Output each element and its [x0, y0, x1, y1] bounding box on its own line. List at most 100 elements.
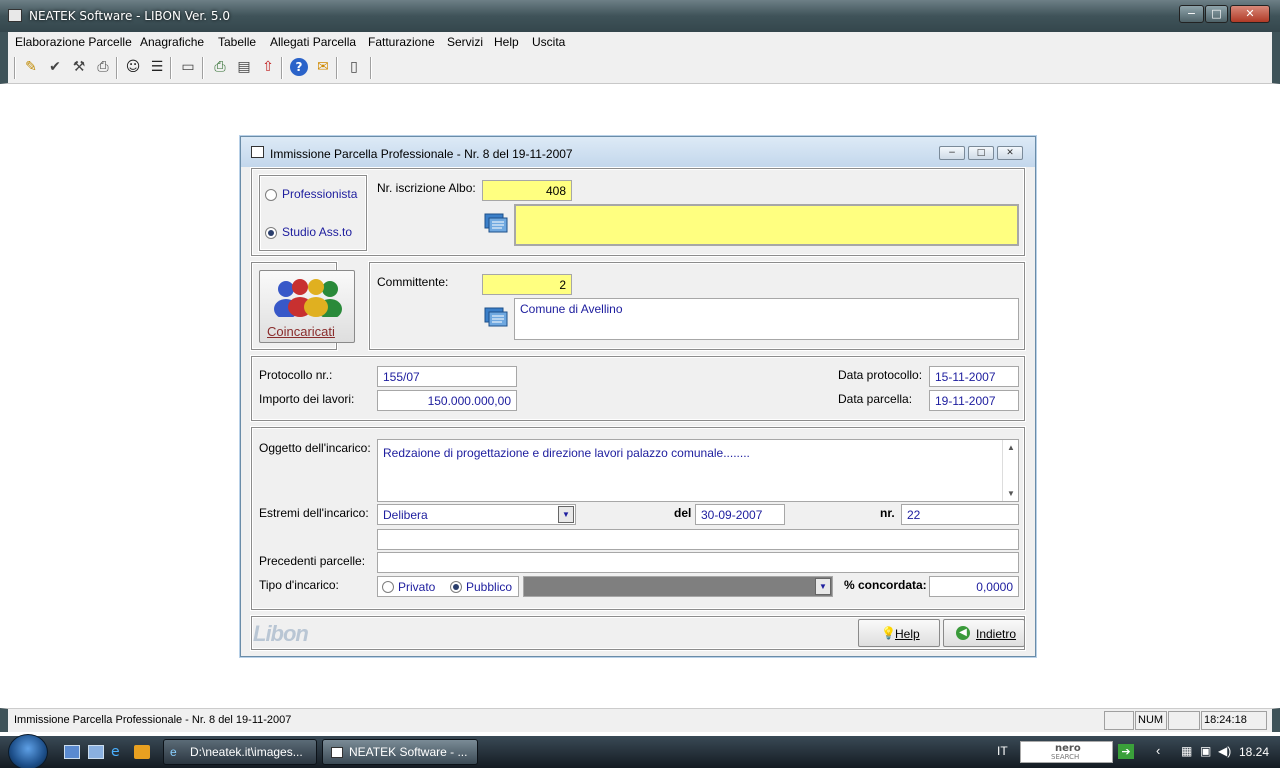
dialog-close-button[interactable]: ✕: [997, 146, 1023, 160]
albo-lookup-icon[interactable]: [483, 212, 509, 236]
concordata-input[interactable]: 0,0000: [929, 576, 1019, 597]
estremi-select-value: Delibera: [383, 508, 428, 522]
minimize-button[interactable]: −: [1179, 5, 1204, 23]
radio-professionista[interactable]: [265, 189, 277, 201]
app-icon: [8, 9, 22, 22]
network-icon[interactable]: ▦: [1181, 744, 1192, 758]
libon-logo: Libon: [253, 621, 309, 646]
importo-input[interactable]: 150.000.000,00: [377, 390, 517, 411]
mail-icon[interactable]: ✉: [314, 58, 332, 76]
help-icon[interactable]: ?: [290, 58, 308, 76]
chevron-down-icon[interactable]: ▼: [558, 506, 574, 523]
precedenti-input[interactable]: [377, 552, 1019, 573]
menu-tabelle[interactable]: Tabelle: [218, 35, 256, 49]
oggetto-scrollbar[interactable]: ▲ ▼: [1002, 440, 1018, 501]
media-player-icon[interactable]: [134, 745, 150, 759]
menu-elaborazione-parcelle[interactable]: Elaborazione Parcelle: [15, 35, 132, 49]
internet-explorer-icon[interactable]: e: [111, 745, 127, 759]
committente-lookup-icon[interactable]: [483, 306, 509, 330]
taskbar-clock[interactable]: 18.24: [1239, 745, 1269, 759]
toolbar-separator: [14, 57, 16, 79]
committente-label: Committente:: [377, 275, 449, 289]
edit-icon[interactable]: ✎: [22, 58, 40, 76]
back-button-label: Indietro: [976, 627, 1017, 641]
importo-label: Importo dei lavori:: [259, 392, 355, 406]
language-indicator[interactable]: IT: [997, 744, 1008, 758]
status-panel-num: NUM: [1135, 711, 1167, 730]
users-icon[interactable]: ☺: [124, 58, 142, 76]
tipo-category-select[interactable]: ▼: [523, 576, 833, 597]
window-icon[interactable]: ▭: [179, 58, 197, 76]
dialog-title: Immissione Parcella Professionale - Nr. …: [270, 147, 573, 161]
exit-icon[interactable]: ▯: [345, 58, 363, 76]
show-desktop-icon[interactable]: [64, 745, 80, 759]
radio-professionista-label[interactable]: Professionista: [282, 187, 357, 201]
radio-privato[interactable]: [382, 581, 394, 593]
lightbulb-icon: 💡: [881, 626, 896, 640]
tools-icon[interactable]: ⚒: [70, 58, 88, 76]
chevron-down-icon[interactable]: ▼: [815, 578, 831, 595]
data-parcella-input[interactable]: 19-11-2007: [929, 390, 1019, 411]
document-icon[interactable]: ▤: [235, 58, 253, 76]
close-button[interactable]: ✕: [1230, 5, 1270, 23]
dialog-maximize-button[interactable]: □: [968, 146, 994, 160]
taskbar-item-neatek[interactable]: NEATEK Software - ...: [322, 739, 478, 765]
radio-studio-associato-label[interactable]: Studio Ass.to: [282, 225, 352, 239]
coincaricati-button[interactable]: Coincaricati: [259, 270, 355, 343]
oggetto-textarea[interactable]: Redzaione di progettazione e direzione l…: [377, 439, 1019, 502]
del-label: del: [674, 506, 692, 520]
scroll-up-icon[interactable]: ▲: [1003, 443, 1018, 452]
toolbar-separator: [281, 57, 283, 79]
menu-allegati-parcella[interactable]: Allegati Parcella: [270, 35, 356, 49]
oggetto-text: Redzaione di progettazione e direzione l…: [383, 446, 750, 460]
menu-help[interactable]: Help: [494, 35, 519, 49]
toolbar-separator: [202, 57, 204, 79]
toolbar-separator: [370, 57, 372, 79]
estremi-number-input[interactable]: 22: [901, 504, 1019, 525]
estremi-select[interactable]: Delibera ▼: [377, 504, 576, 525]
menu-anagrafiche[interactable]: Anagrafiche: [140, 35, 204, 49]
start-button[interactable]: [8, 734, 48, 768]
report-icon[interactable]: ☰: [148, 58, 166, 76]
printer-icon[interactable]: ⎙: [211, 58, 229, 76]
protocollo-input[interactable]: 155/07: [377, 366, 517, 387]
back-button[interactable]: ◀ Indietro: [943, 619, 1025, 647]
export-icon[interactable]: ⇧: [259, 58, 277, 76]
help-button[interactable]: 💡 Help: [858, 619, 940, 647]
committente-name-field[interactable]: Comune di Avellino: [514, 298, 1019, 340]
volume-icon[interactable]: ◀): [1218, 744, 1231, 758]
maximize-button[interactable]: □: [1205, 5, 1228, 23]
protocollo-label: Protocollo nr.:: [259, 368, 333, 382]
tipo-label: Tipo d'incarico:: [259, 578, 339, 592]
committente-code-input[interactable]: 2: [482, 274, 572, 295]
radio-pubblico[interactable]: [450, 581, 462, 593]
arrow-right-icon[interactable]: ➔: [1118, 744, 1134, 759]
dialog-minimize-button[interactable]: −: [939, 146, 965, 160]
checklist-icon[interactable]: ✔: [46, 58, 64, 76]
precedenti-label: Precedenti parcelle:: [259, 554, 366, 568]
chevron-left-icon[interactable]: ‹: [1156, 743, 1160, 758]
albo-label: Nr. iscrizione Albo:: [377, 181, 476, 195]
footer-group: Libon 💡 Help ◀ Indietro: [251, 616, 1025, 650]
scroll-down-icon[interactable]: ▼: [1003, 489, 1018, 498]
estremi-date-input[interactable]: 30-09-2007: [695, 504, 785, 525]
estremi-extra-input[interactable]: [377, 529, 1019, 550]
taskbar-item-explorer[interactable]: e D:\neatek.it\images...: [163, 739, 317, 765]
nero-search-box[interactable]: nero SEARCH: [1020, 741, 1113, 763]
incarico-group: Oggetto dell'incarico: Redzaione di prog…: [251, 427, 1025, 610]
menu-servizi[interactable]: Servizi: [447, 35, 483, 49]
app-title: NEATEK Software - LIBON Ver. 5.0: [29, 9, 230, 23]
radio-studio-associato[interactable]: [265, 227, 277, 239]
albo-number-input[interactable]: 408: [482, 180, 572, 201]
radio-privato-label[interactable]: Privato: [398, 580, 435, 594]
data-protocollo-input[interactable]: 15-11-2007: [929, 366, 1019, 387]
albo-name-field[interactable]: [514, 204, 1019, 246]
print-icon[interactable]: ⎙: [94, 58, 112, 76]
radio-pubblico-label[interactable]: Pubblico: [466, 580, 512, 594]
toolbar-separator: [336, 57, 338, 79]
menu-fatturazione[interactable]: Fatturazione: [368, 35, 435, 49]
status-text: Immissione Parcella Professionale - Nr. …: [14, 714, 292, 726]
switch-windows-icon[interactable]: [88, 745, 104, 759]
menu-uscita[interactable]: Uscita: [532, 35, 565, 49]
power-icon[interactable]: ▣: [1200, 744, 1211, 758]
